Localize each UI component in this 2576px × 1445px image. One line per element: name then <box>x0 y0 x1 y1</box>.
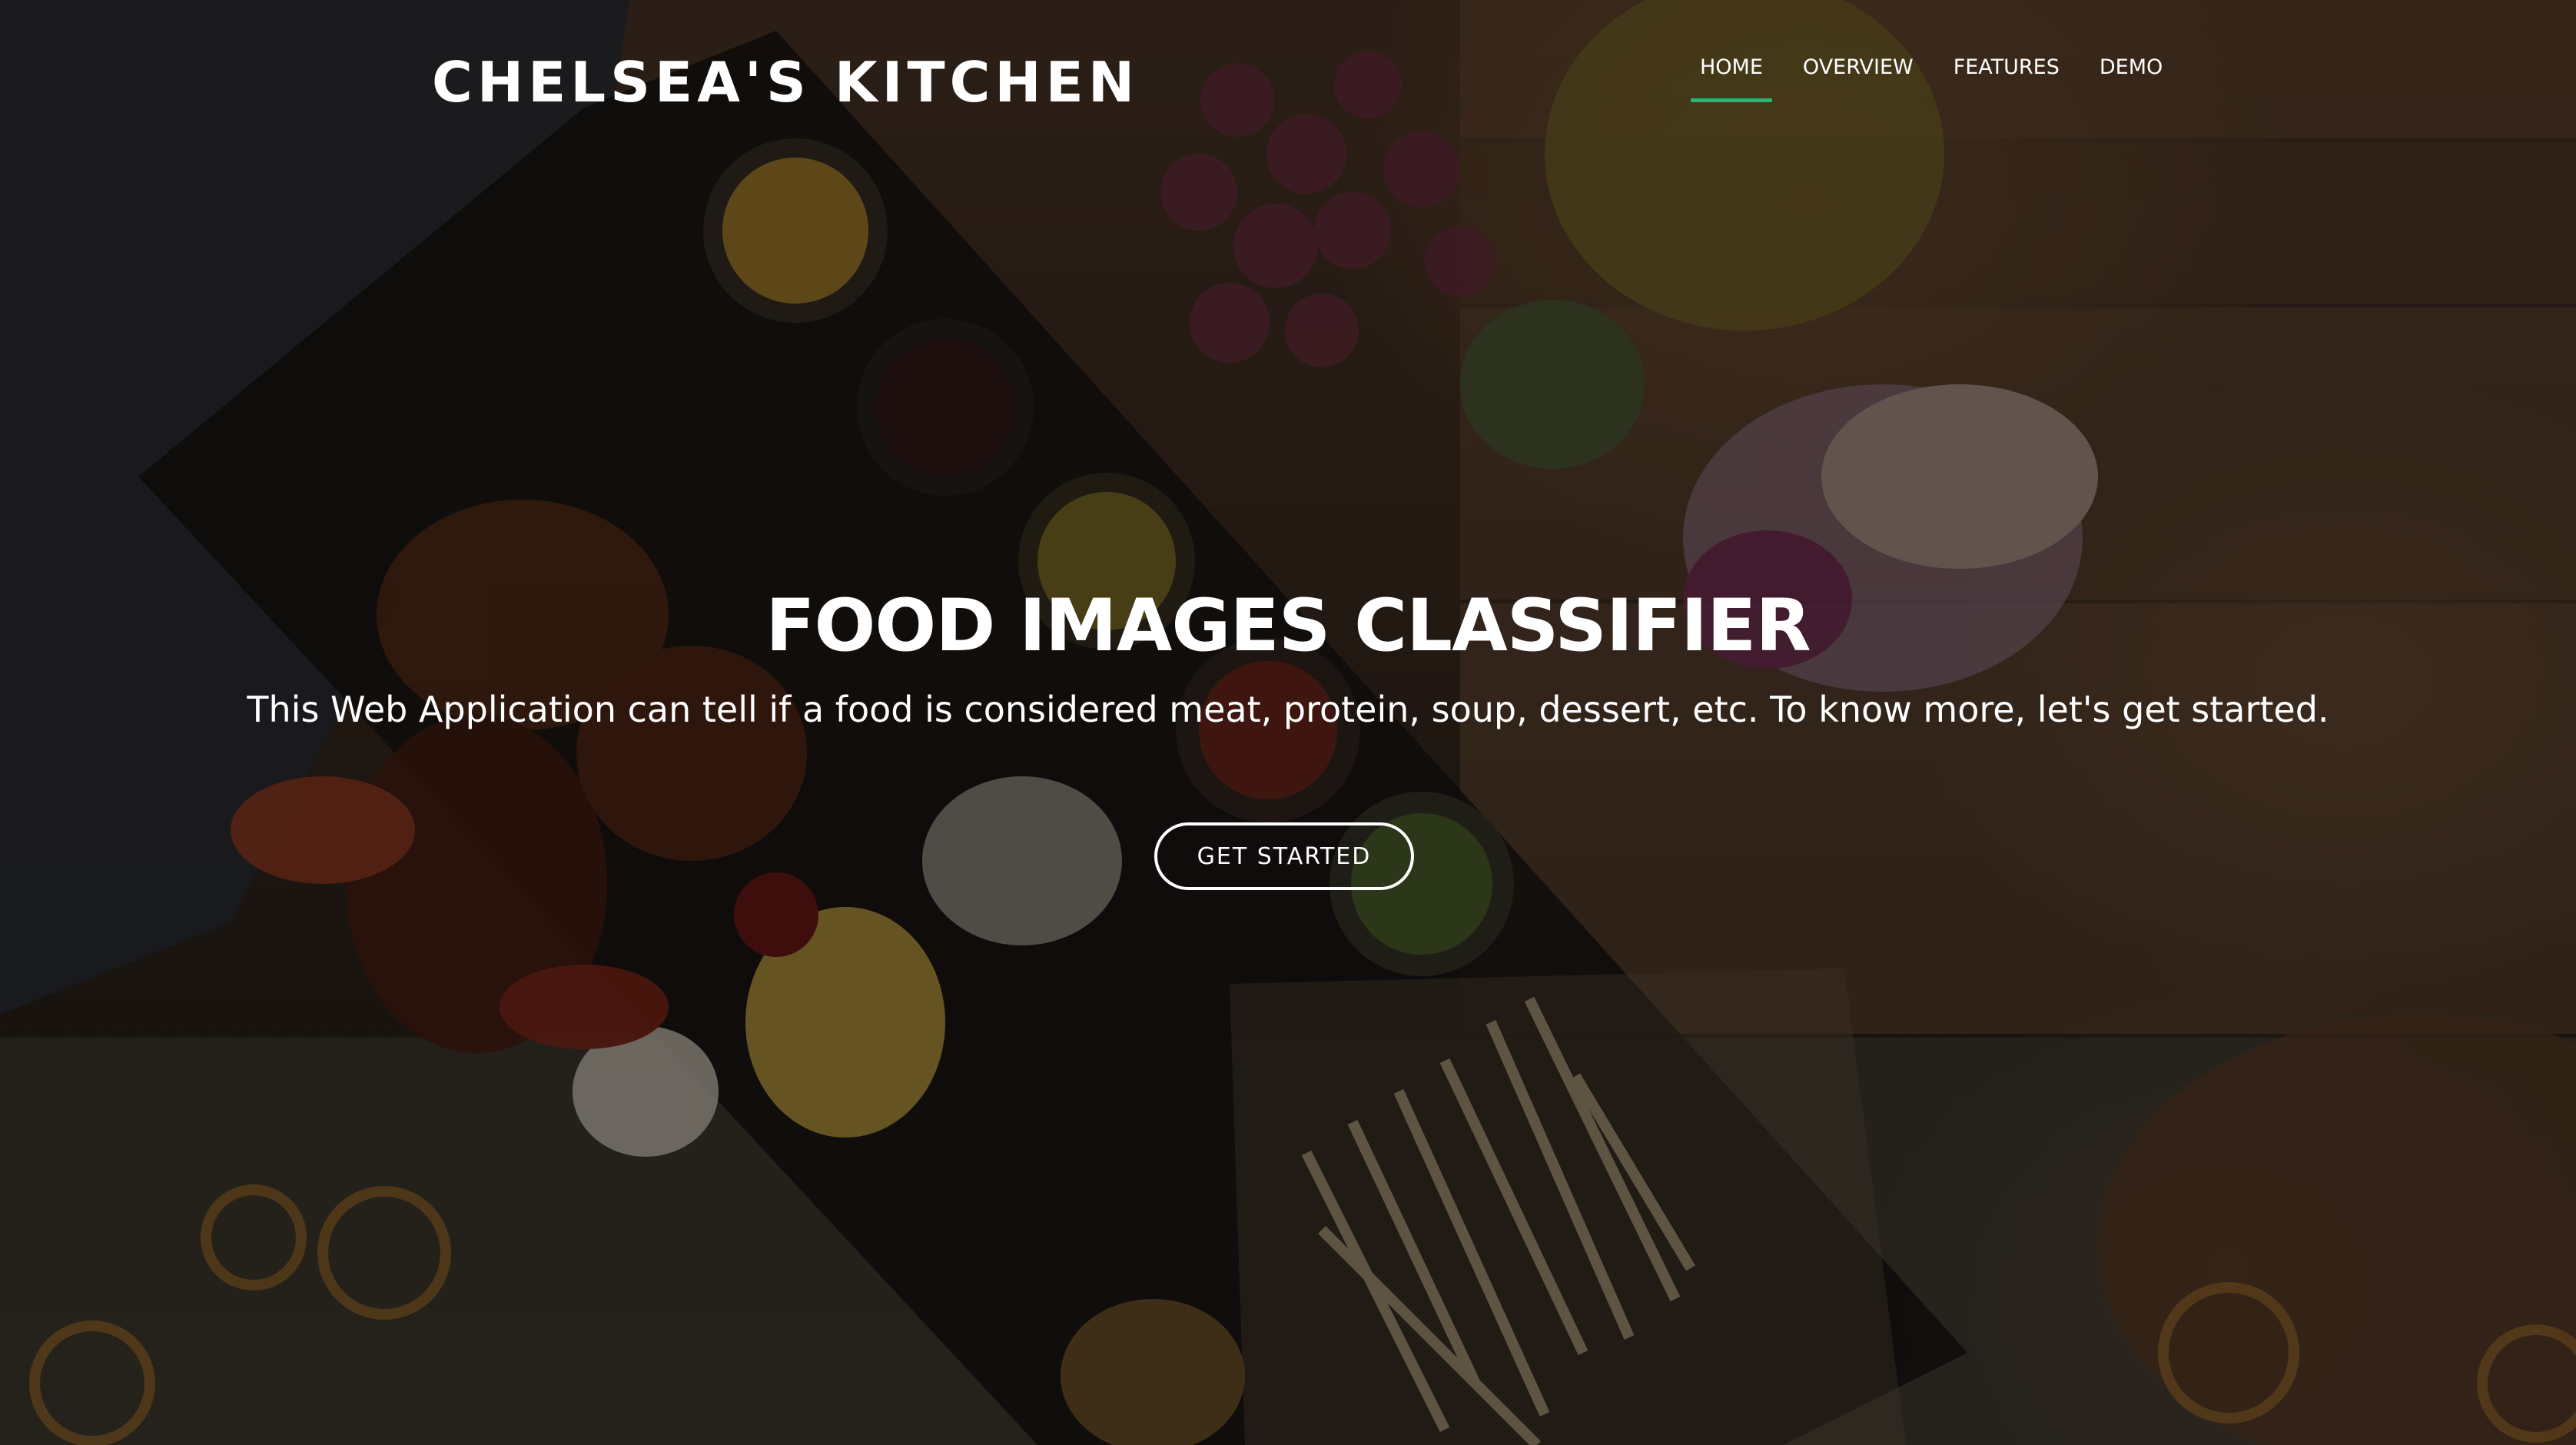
nav-demo[interactable]: DEMO <box>2087 49 2175 102</box>
hero-title: FOOD IMAGES CLASSIFIER <box>765 584 1811 668</box>
main-nav: HOME OVERVIEW FEATURES DEMO <box>1688 49 2190 102</box>
brand-logo[interactable]: CHELSEA'S KITCHEN <box>432 48 1139 117</box>
nav-features[interactable]: FEATURES <box>1941 49 2072 102</box>
nav-home[interactable]: HOME <box>1688 49 1775 102</box>
nav-overview[interactable]: OVERVIEW <box>1791 49 1926 102</box>
get-started-button[interactable]: GET STARTED <box>1154 822 1414 890</box>
hero-section: CHELSEA'S KITCHEN HOME OVERVIEW FEATURES… <box>0 0 2576 1445</box>
hero-subtitle: This Web Application can tell if a food … <box>247 689 2329 730</box>
